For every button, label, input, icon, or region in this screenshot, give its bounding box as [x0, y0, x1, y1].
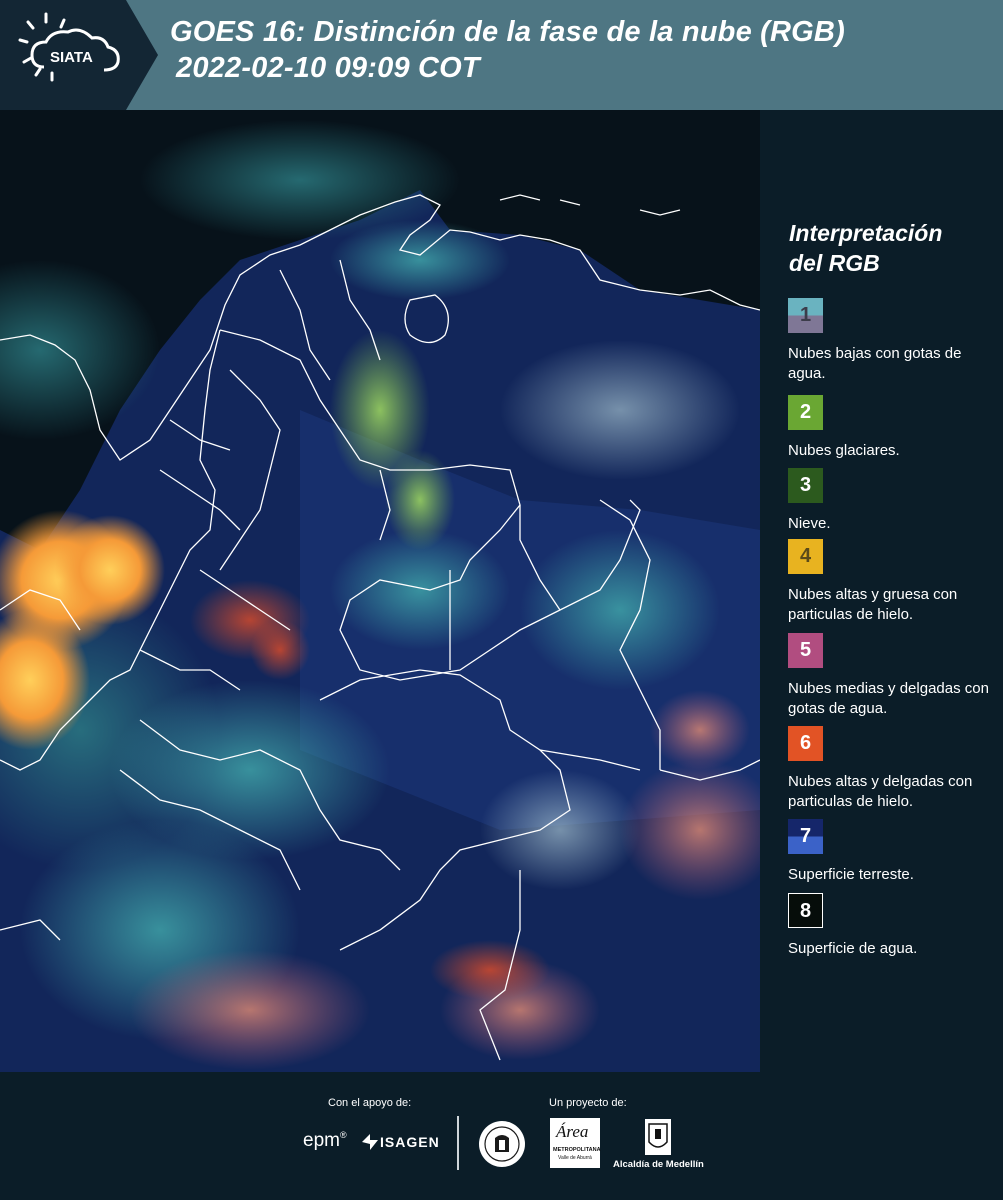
support-label: Con el apoyo de:	[328, 1097, 412, 1109]
legend-swatch-5: 5	[788, 633, 823, 668]
siata-logo-text: SIATA	[50, 49, 93, 66]
legend-label-6: Nubes altas y delgadas con particulas de…	[788, 773, 973, 810]
legend-swatch-8: 8	[788, 893, 823, 928]
legend-swatch-1: 1	[788, 298, 823, 333]
siata-logo: SIATA	[0, 0, 158, 110]
legend-label-2: Nubes glaciares.	[788, 442, 900, 459]
seal-logo	[478, 1120, 526, 1173]
alcaldia-crest	[644, 1118, 672, 1156]
alcaldia-logo-text: Alcaldía de Medellín	[613, 1159, 704, 1170]
legend-title-line1: Interpretación	[789, 220, 943, 246]
legend-label-7: Superficie terreste.	[788, 866, 914, 883]
legend-swatch-3: 3	[788, 468, 823, 503]
footer: Con el apoyo de: Un proyecto de: epm® IS…	[0, 1072, 1003, 1200]
legend-swatch-4: 4	[788, 539, 823, 574]
project-label: Un proyecto de:	[549, 1097, 627, 1109]
area-logo-sub2: Valle de Aburrá	[558, 1155, 592, 1161]
crest-icon	[645, 1119, 671, 1155]
area-logo-text: Área	[556, 1122, 589, 1141]
title-product: GOES 16: Distinción de la fase de la nub…	[170, 16, 845, 48]
legend-label-3: Nieve.	[788, 515, 831, 532]
legend-swatch-6: 6	[788, 726, 823, 761]
epm-logo: epm®	[303, 1130, 347, 1151]
legend-swatch-2: 2	[788, 395, 823, 430]
legend-panel: Interpretación del RGB 1 Nubes bajas con…	[760, 110, 1003, 1072]
page-title: GOES 16: Distinción de la fase de la nub…	[170, 14, 845, 86]
legend-label-4: Nubes altas y gruesa con particulas de h…	[788, 586, 958, 623]
title-datetime: 2022-02-10 09:09 COT	[176, 52, 480, 84]
legend-label-5: Nubes medias y delgadas con gotas de agu…	[788, 680, 989, 717]
isagen-icon	[362, 1134, 378, 1150]
area-metropolitana-logo: Área METROPOLITANA Valle de Aburrá	[550, 1118, 601, 1168]
legend-label-1: Nubes bajas con gotas de agua.	[788, 345, 962, 382]
legend-title-line2: del RGB	[789, 250, 880, 276]
area-logo-sub1: METROPOLITANA	[553, 1147, 601, 1153]
legend-label-8: Superficie de agua.	[788, 940, 918, 957]
seal-icon	[479, 1121, 525, 1167]
header-banner: SIATA GOES 16: Distinción de la fase de …	[0, 0, 1003, 110]
satellite-image	[0, 110, 760, 1072]
legend-swatch-7: 7	[788, 819, 823, 854]
legend-title: Interpretación del RGB	[789, 218, 989, 278]
footer-divider	[457, 1116, 459, 1170]
